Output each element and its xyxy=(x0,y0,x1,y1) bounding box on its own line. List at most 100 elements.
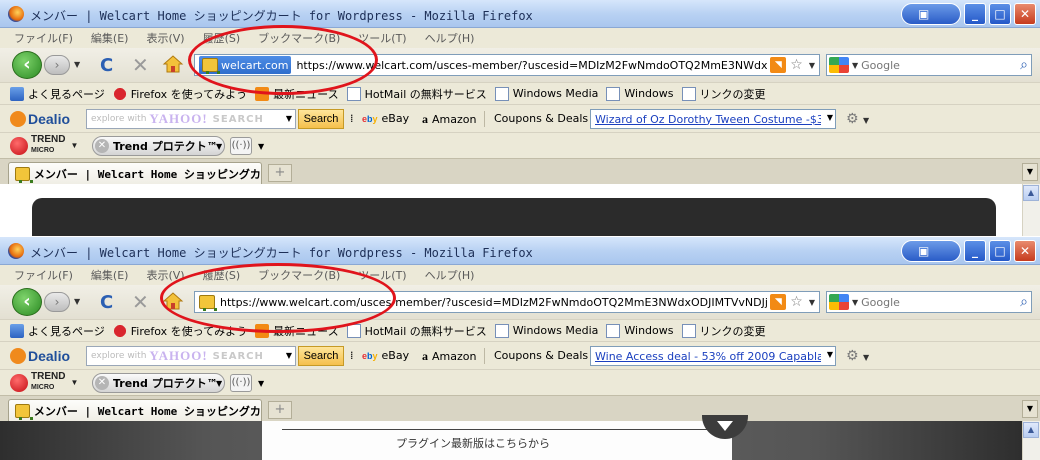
bookmark-getting-started[interactable]: Firefox を使ってみよう xyxy=(112,323,247,339)
gear-icon[interactable]: ⚙ ▼ xyxy=(846,348,869,364)
trend-micro-logo[interactable]: TREND MICRO ▼ xyxy=(10,372,78,393)
bookmark-windows[interactable]: Windows xyxy=(606,86,674,101)
search-input[interactable] xyxy=(861,58,1002,72)
scroll-up-icon[interactable]: ▲ xyxy=(1023,185,1039,201)
minimize-button[interactable]: _ xyxy=(964,3,986,25)
wifi-dropdown-icon[interactable]: ▼ xyxy=(258,379,264,388)
bookmark-latest-news[interactable]: 最新ニュース xyxy=(255,323,339,339)
reload-icon[interactable]: C xyxy=(100,55,113,76)
yahoo-search-input[interactable]: explore with YAHOO! SEARCH ▼ xyxy=(86,346,296,366)
scroll-up-icon[interactable]: ▲ xyxy=(1023,422,1039,438)
stop-icon[interactable]: ✕ xyxy=(132,290,149,314)
trend-protect-button[interactable]: ✕ Trend プロテクト™ xyxy=(92,373,225,393)
stop-icon[interactable]: ✕ xyxy=(132,53,149,77)
rss-feed-icon[interactable]: ◥ xyxy=(770,294,787,310)
rss-feed-icon[interactable]: ◥ xyxy=(770,57,787,73)
tab-member[interactable]: メンバー | Welcart Home ショッピングカ... xyxy=(8,399,262,422)
plugin-notice[interactable]: プラグイン最新版はこちらから xyxy=(396,435,550,451)
bookmark-hotmail[interactable]: HotMail の無料サービス xyxy=(346,86,487,102)
vertical-scrollbar[interactable]: ▲ xyxy=(1022,421,1040,460)
reload-icon[interactable]: C xyxy=(100,292,113,313)
amazon-button[interactable]: a Amazon xyxy=(422,112,476,127)
bookmark-windows-media[interactable]: Windows Media xyxy=(494,86,598,101)
amazon-button[interactable]: a Amazon xyxy=(422,349,476,364)
search-magnifier-icon[interactable]: ⌕ xyxy=(1020,57,1028,73)
menu-bookmarks[interactable]: ブックマーク(B) xyxy=(258,30,340,46)
menu-tools[interactable]: ツール(T) xyxy=(358,267,406,283)
coupons-deals-button[interactable]: Coupons & Deals xyxy=(494,112,588,125)
google-engine-icon[interactable] xyxy=(829,57,849,73)
search-magnifier-icon[interactable]: ⌕ xyxy=(1020,294,1028,310)
bookmark-windows-media[interactable]: Windows Media xyxy=(494,323,598,338)
bookmark-hotmail[interactable]: HotMail の無料サービス xyxy=(346,323,487,339)
bookmark-most-visited[interactable]: よく見るページ xyxy=(10,86,105,102)
tab-member[interactable]: メンバー | Welcart Home ショッピングカ... xyxy=(8,162,262,185)
yahoo-dropdown-icon[interactable]: ▼ xyxy=(286,114,292,123)
protect-dropdown-icon[interactable]: ▼ xyxy=(216,379,222,388)
ebay-button[interactable]: eby eBay xyxy=(362,349,409,362)
menu-view[interactable]: 表示(V) xyxy=(146,30,184,46)
search-input[interactable] xyxy=(861,295,1002,309)
bookmark-latest-news[interactable]: 最新ニュース xyxy=(255,86,339,102)
bookmark-star-icon[interactable]: ☆ xyxy=(790,57,803,73)
dealio-logo[interactable]: Dealio xyxy=(10,110,70,127)
maximize-button[interactable]: □ xyxy=(989,3,1011,25)
deal-dropdown-icon[interactable]: ▼ xyxy=(827,113,833,122)
tab-list-dropdown-icon[interactable]: ▼ xyxy=(1022,400,1038,418)
deal-dropdown[interactable]: Wine Access deal - 53% off 2009 Capablan… xyxy=(590,346,836,366)
coupons-deals-button[interactable]: Coupons & Deals xyxy=(494,349,588,362)
bookmark-customize-links[interactable]: リンクの変更 xyxy=(681,323,766,339)
search-bar[interactable]: ▼ ⌕ xyxy=(826,54,1032,76)
wifi-signal-icon[interactable]: ((·)) xyxy=(230,137,252,155)
deal-link[interactable]: Wizard of Oz Dorothy Tween Costume -$33.… xyxy=(595,113,821,126)
search-engine-dropdown-icon[interactable]: ▼ xyxy=(852,61,858,70)
yahoo-dropdown-icon[interactable]: ▼ xyxy=(286,351,292,360)
tab-list-dropdown-icon[interactable]: ▼ xyxy=(1022,163,1038,181)
bookmark-star-icon[interactable]: ☆ xyxy=(790,294,803,310)
url-dropdown-icon[interactable]: ▼ xyxy=(809,298,815,307)
back-button[interactable]: ‹ xyxy=(12,51,42,79)
protect-dropdown-icon[interactable]: ▼ xyxy=(216,142,222,151)
new-tab-button[interactable]: + xyxy=(268,164,292,182)
window-switch-button[interactable]: ▣ xyxy=(901,3,961,25)
bookmark-getting-started[interactable]: Firefox を使ってみよう xyxy=(112,86,247,102)
window-switch-button[interactable]: ▣ xyxy=(901,240,961,262)
ebay-button[interactable]: eby eBay xyxy=(362,112,409,125)
gear-icon[interactable]: ⚙ ▼ xyxy=(846,111,869,127)
bookmark-customize-links[interactable]: リンクの変更 xyxy=(681,86,766,102)
deal-dropdown-icon[interactable]: ▼ xyxy=(827,350,833,359)
menu-history[interactable]: 履歴(S) xyxy=(203,30,241,46)
title-bar[interactable]: メンバー | Welcart Home ショッピングカート for Wordpr… xyxy=(0,237,1040,265)
menu-history[interactable]: 履歴(S) xyxy=(203,267,241,283)
dealio-logo[interactable]: Dealio xyxy=(10,347,70,364)
url-dropdown-icon[interactable]: ▼ xyxy=(809,61,815,70)
menu-file[interactable]: ファイル(F) xyxy=(14,267,73,283)
trend-protect-button[interactable]: ✕ Trend プロテクト™ xyxy=(92,136,225,156)
close-button[interactable]: ✕ xyxy=(1014,3,1036,25)
history-dropdown-icon[interactable]: ▼ xyxy=(74,60,80,69)
bookmark-windows[interactable]: Windows xyxy=(606,323,674,338)
home-icon[interactable] xyxy=(162,290,184,312)
history-dropdown-icon[interactable]: ▼ xyxy=(74,297,80,306)
url-bar[interactable]: welcart.com https://www.welcart.com/usce… xyxy=(194,54,820,76)
maximize-button[interactable]: □ xyxy=(989,240,1011,262)
url-text[interactable]: https://www.welcart.com/usces-member/?us… xyxy=(220,296,767,309)
bookmark-most-visited[interactable]: よく見るページ xyxy=(10,323,105,339)
menu-tools[interactable]: ツール(T) xyxy=(358,30,406,46)
url-bar[interactable]: https://www.welcart.com/usces-member/?us… xyxy=(194,291,820,313)
menu-view[interactable]: 表示(V) xyxy=(146,267,184,283)
url-text[interactable]: https://www.welcart.com/usces-member/?us… xyxy=(296,59,767,72)
title-bar[interactable]: メンバー | Welcart Home ショッピングカート for Wordpr… xyxy=(0,0,1040,28)
new-tab-button[interactable]: + xyxy=(268,401,292,419)
forward-button[interactable]: › xyxy=(44,55,70,75)
home-icon[interactable] xyxy=(162,53,184,75)
dealio-search-button[interactable]: Search xyxy=(298,346,344,366)
menu-bookmarks[interactable]: ブックマーク(B) xyxy=(258,267,340,283)
yahoo-search-input[interactable]: explore with YAHOO! SEARCH ▼ xyxy=(86,109,296,129)
menu-edit[interactable]: 編集(E) xyxy=(91,30,129,46)
menu-edit[interactable]: 編集(E) xyxy=(91,267,129,283)
back-button[interactable]: ‹ xyxy=(12,288,42,316)
menu-help[interactable]: ヘルプ(H) xyxy=(425,267,475,283)
vertical-scrollbar[interactable]: ▲ xyxy=(1022,184,1040,236)
wifi-dropdown-icon[interactable]: ▼ xyxy=(258,142,264,151)
